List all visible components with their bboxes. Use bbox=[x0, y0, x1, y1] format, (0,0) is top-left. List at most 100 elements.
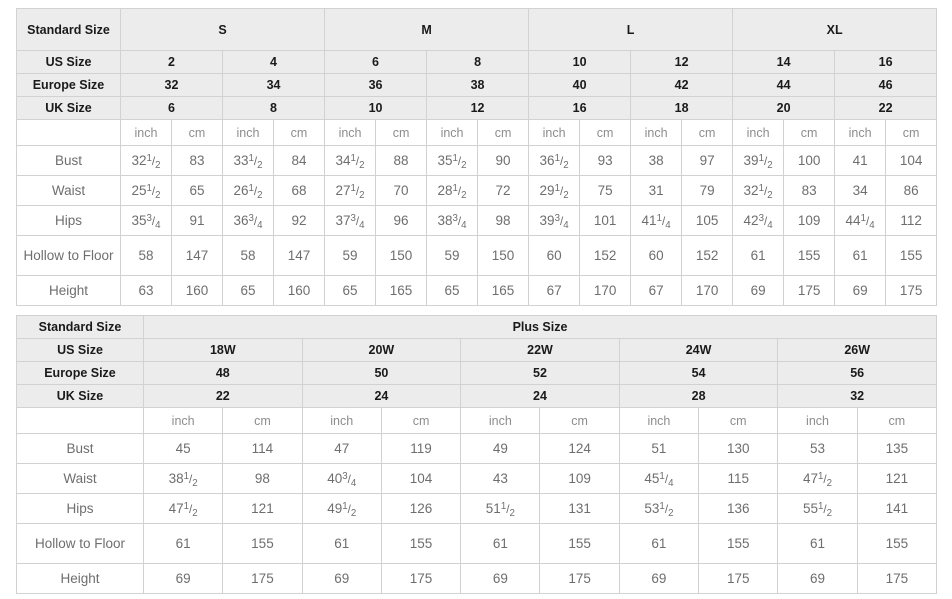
unit-row-spacer bbox=[16, 119, 121, 146]
us-size-cell: 26W bbox=[777, 338, 938, 362]
measurement-value: 31 bbox=[630, 175, 683, 206]
measurement-value: 96 bbox=[375, 205, 428, 236]
row-header-us-size: US Size bbox=[16, 338, 144, 362]
us-size-cell: 10 bbox=[528, 50, 632, 74]
fraction-value: 411/4 bbox=[641, 212, 671, 232]
measurement-label-bust: Bust bbox=[16, 145, 121, 176]
measurement-value: 43 bbox=[460, 463, 541, 494]
measurement-row: Height 63 160 65 160 65 165 65 165 67 170 67 170 69 17… bbox=[16, 275, 938, 306]
measurement-value: 155 bbox=[885, 235, 938, 276]
measurement-value: 61 bbox=[460, 523, 541, 564]
measurement-value: 104 bbox=[885, 145, 938, 176]
measurement-value: 69 bbox=[777, 563, 858, 594]
unit-cm: cm bbox=[681, 119, 734, 146]
measurement-value: 69 bbox=[618, 563, 700, 594]
measurement-value: 104 bbox=[380, 463, 462, 494]
measurement-value: 411/4 bbox=[630, 205, 683, 236]
uk-size-cell: 28 bbox=[618, 384, 779, 408]
measurement-label-height: Height bbox=[16, 563, 144, 594]
measurement-value: 155 bbox=[539, 523, 620, 564]
row-header-standard-size: Standard Size bbox=[16, 8, 121, 51]
measurement-value: 47 bbox=[301, 433, 382, 464]
europe-size-cell: 44 bbox=[732, 73, 836, 97]
fraction-value: 551/2 bbox=[802, 500, 833, 520]
measurement-value: 126 bbox=[380, 493, 462, 524]
uk-size-cell: 10 bbox=[324, 96, 428, 120]
unit-inch: inch bbox=[732, 119, 785, 146]
measurement-value: 150 bbox=[477, 235, 530, 276]
measurement-value: 41 bbox=[834, 145, 887, 176]
uk-size-cell: 8 bbox=[221, 96, 326, 120]
europe-size-row: Europe Size 48 50 52 54 56 bbox=[16, 361, 938, 385]
europe-size-cell: 46 bbox=[834, 73, 938, 97]
measurement-value: 69 bbox=[301, 563, 382, 594]
measurement-label-hips: Hips bbox=[16, 205, 121, 236]
measurement-value: 175 bbox=[698, 563, 779, 594]
measurement-value: 69 bbox=[460, 563, 541, 594]
measurement-value: 34 bbox=[834, 175, 887, 206]
measurement-value: 155 bbox=[783, 235, 836, 276]
measurement-value: 91 bbox=[171, 205, 223, 236]
measurement-value: 170 bbox=[579, 275, 632, 306]
measurement-row: Waist 251/2 65 261/2 68 271/2 70 281/2 72 291/2 75… bbox=[16, 175, 938, 206]
unit-inch: inch bbox=[120, 119, 172, 146]
us-size-cell: 12 bbox=[630, 50, 734, 74]
fraction-value: 321/2 bbox=[743, 182, 773, 202]
europe-size-cell: 34 bbox=[221, 73, 326, 97]
measurement-value: 61 bbox=[777, 523, 858, 564]
measurement-value: 58 bbox=[120, 235, 172, 276]
measurement-value: 531/2 bbox=[618, 493, 700, 524]
measurement-value: 114 bbox=[222, 433, 303, 464]
measurement-label-bust: Bust bbox=[16, 433, 144, 464]
europe-size-cell: 40 bbox=[528, 73, 632, 97]
measurement-value: 105 bbox=[681, 205, 734, 236]
size-group-plus: Plus Size bbox=[142, 315, 938, 339]
us-size-cell: 8 bbox=[426, 50, 530, 74]
measurement-value: 141 bbox=[856, 493, 938, 524]
measurement-value: 49 bbox=[460, 433, 541, 464]
europe-size-cell: 42 bbox=[630, 73, 734, 97]
fraction-value: 471/2 bbox=[168, 500, 198, 520]
fraction-value: 321/2 bbox=[131, 152, 161, 172]
measurement-value: 83 bbox=[171, 145, 223, 176]
measurement-value: 175 bbox=[783, 275, 836, 306]
fraction-value: 261/2 bbox=[233, 182, 263, 202]
measurement-value: 341/2 bbox=[324, 145, 377, 176]
measurement-value: 86 bbox=[885, 175, 938, 206]
europe-size-cell: 38 bbox=[426, 73, 530, 97]
measurement-value: 403/4 bbox=[301, 463, 382, 494]
measurement-value: 69 bbox=[732, 275, 785, 306]
row-header-europe-size: Europe Size bbox=[16, 361, 144, 385]
measurement-value: 101 bbox=[579, 205, 632, 236]
fraction-value: 531/2 bbox=[644, 500, 674, 520]
standard-size-header-row: Standard Size Plus Size bbox=[16, 315, 938, 339]
measurement-value: 551/2 bbox=[777, 493, 858, 524]
europe-size-cell: 56 bbox=[777, 361, 938, 385]
size-group-s: S bbox=[119, 8, 326, 51]
measurement-value: 60 bbox=[630, 235, 683, 276]
row-header-uk-size: UK Size bbox=[16, 384, 144, 408]
size-chart-page: Standard Size S M L XL US Size 2 4 6 8 10 12 14 16 Eur… bbox=[0, 0, 952, 599]
measurement-value: 61 bbox=[618, 523, 700, 564]
measurement-value: 331/2 bbox=[222, 145, 274, 176]
us-size-row: US Size 2 4 6 8 10 12 14 16 bbox=[16, 50, 938, 74]
fraction-value: 491/2 bbox=[327, 500, 357, 520]
measurement-value: 152 bbox=[681, 235, 734, 276]
fraction-value: 291/2 bbox=[539, 182, 569, 202]
us-size-cell: 6 bbox=[324, 50, 428, 74]
fraction-value: 361/2 bbox=[539, 152, 569, 172]
measurement-value: 471/2 bbox=[777, 463, 858, 494]
fraction-value: 403/4 bbox=[327, 470, 357, 490]
measurement-value: 61 bbox=[301, 523, 382, 564]
uk-size-row: UK Size 6 8 10 12 16 18 20 22 bbox=[16, 96, 938, 120]
measurement-value: 100 bbox=[783, 145, 836, 176]
measurement-value: 147 bbox=[171, 235, 223, 276]
measurement-value: 88 bbox=[375, 145, 428, 176]
standard-size-header-row: Standard Size S M L XL bbox=[16, 8, 938, 51]
measurement-value: 90 bbox=[477, 145, 530, 176]
measurement-value: 170 bbox=[681, 275, 734, 306]
unit-inch: inch bbox=[324, 119, 377, 146]
measurement-value: 61 bbox=[834, 235, 887, 276]
europe-size-cell: 54 bbox=[618, 361, 779, 385]
unit-row-spacer bbox=[16, 407, 144, 434]
